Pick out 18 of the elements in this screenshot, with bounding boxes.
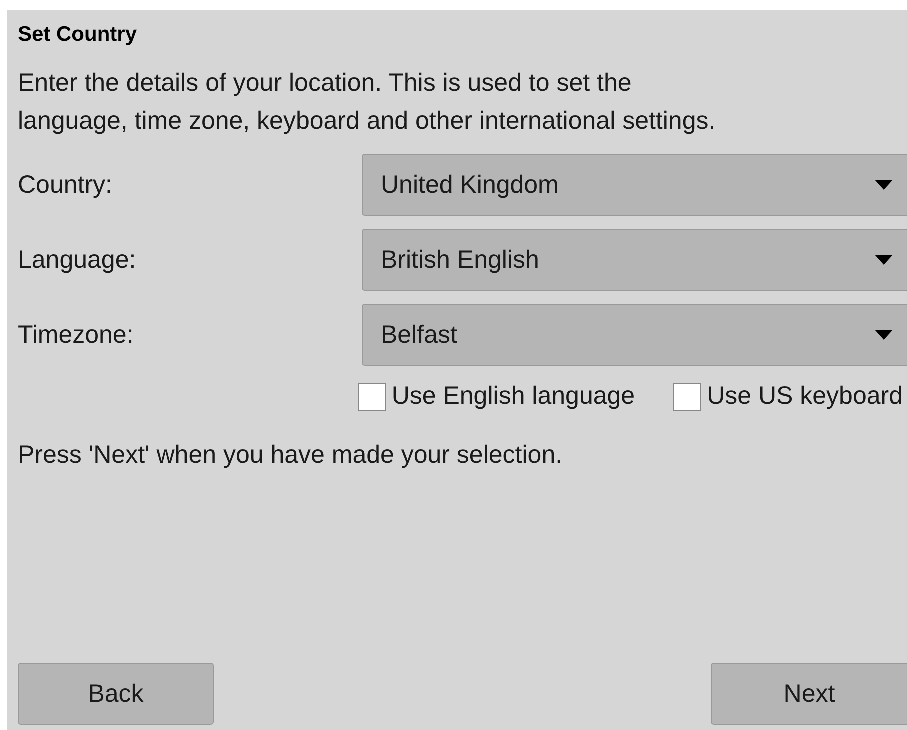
field-label: Timezone: [18,320,135,350]
dropdown[interactable]: United Kingdom [362,154,907,216]
intro-text: Enter the details of your location. This is used to set the language, time zone, keyboard and other international settings. [18,68,717,137]
caret-icon [875,180,893,190]
caret-icon [875,255,893,265]
next-button[interactable]: Next [711,663,907,725]
field-label: Language: [18,246,138,274]
checkbox-label: Use US keyboard [707,382,903,411]
checkbox-label: Use English language [392,382,636,411]
back-button[interactable]: Back [18,663,214,725]
caret-icon [875,330,893,340]
hint-text: Press 'Next' when you have made your selection. [18,441,564,470]
dialog-title: Set Country [18,22,138,48]
checkbox[interactable] [673,382,702,410]
dropdown[interactable]: Belfast [362,304,907,366]
checkbox[interactable] [358,382,386,410]
field-label: Country: [18,170,114,200]
dropdown[interactable]: British English [362,229,907,291]
